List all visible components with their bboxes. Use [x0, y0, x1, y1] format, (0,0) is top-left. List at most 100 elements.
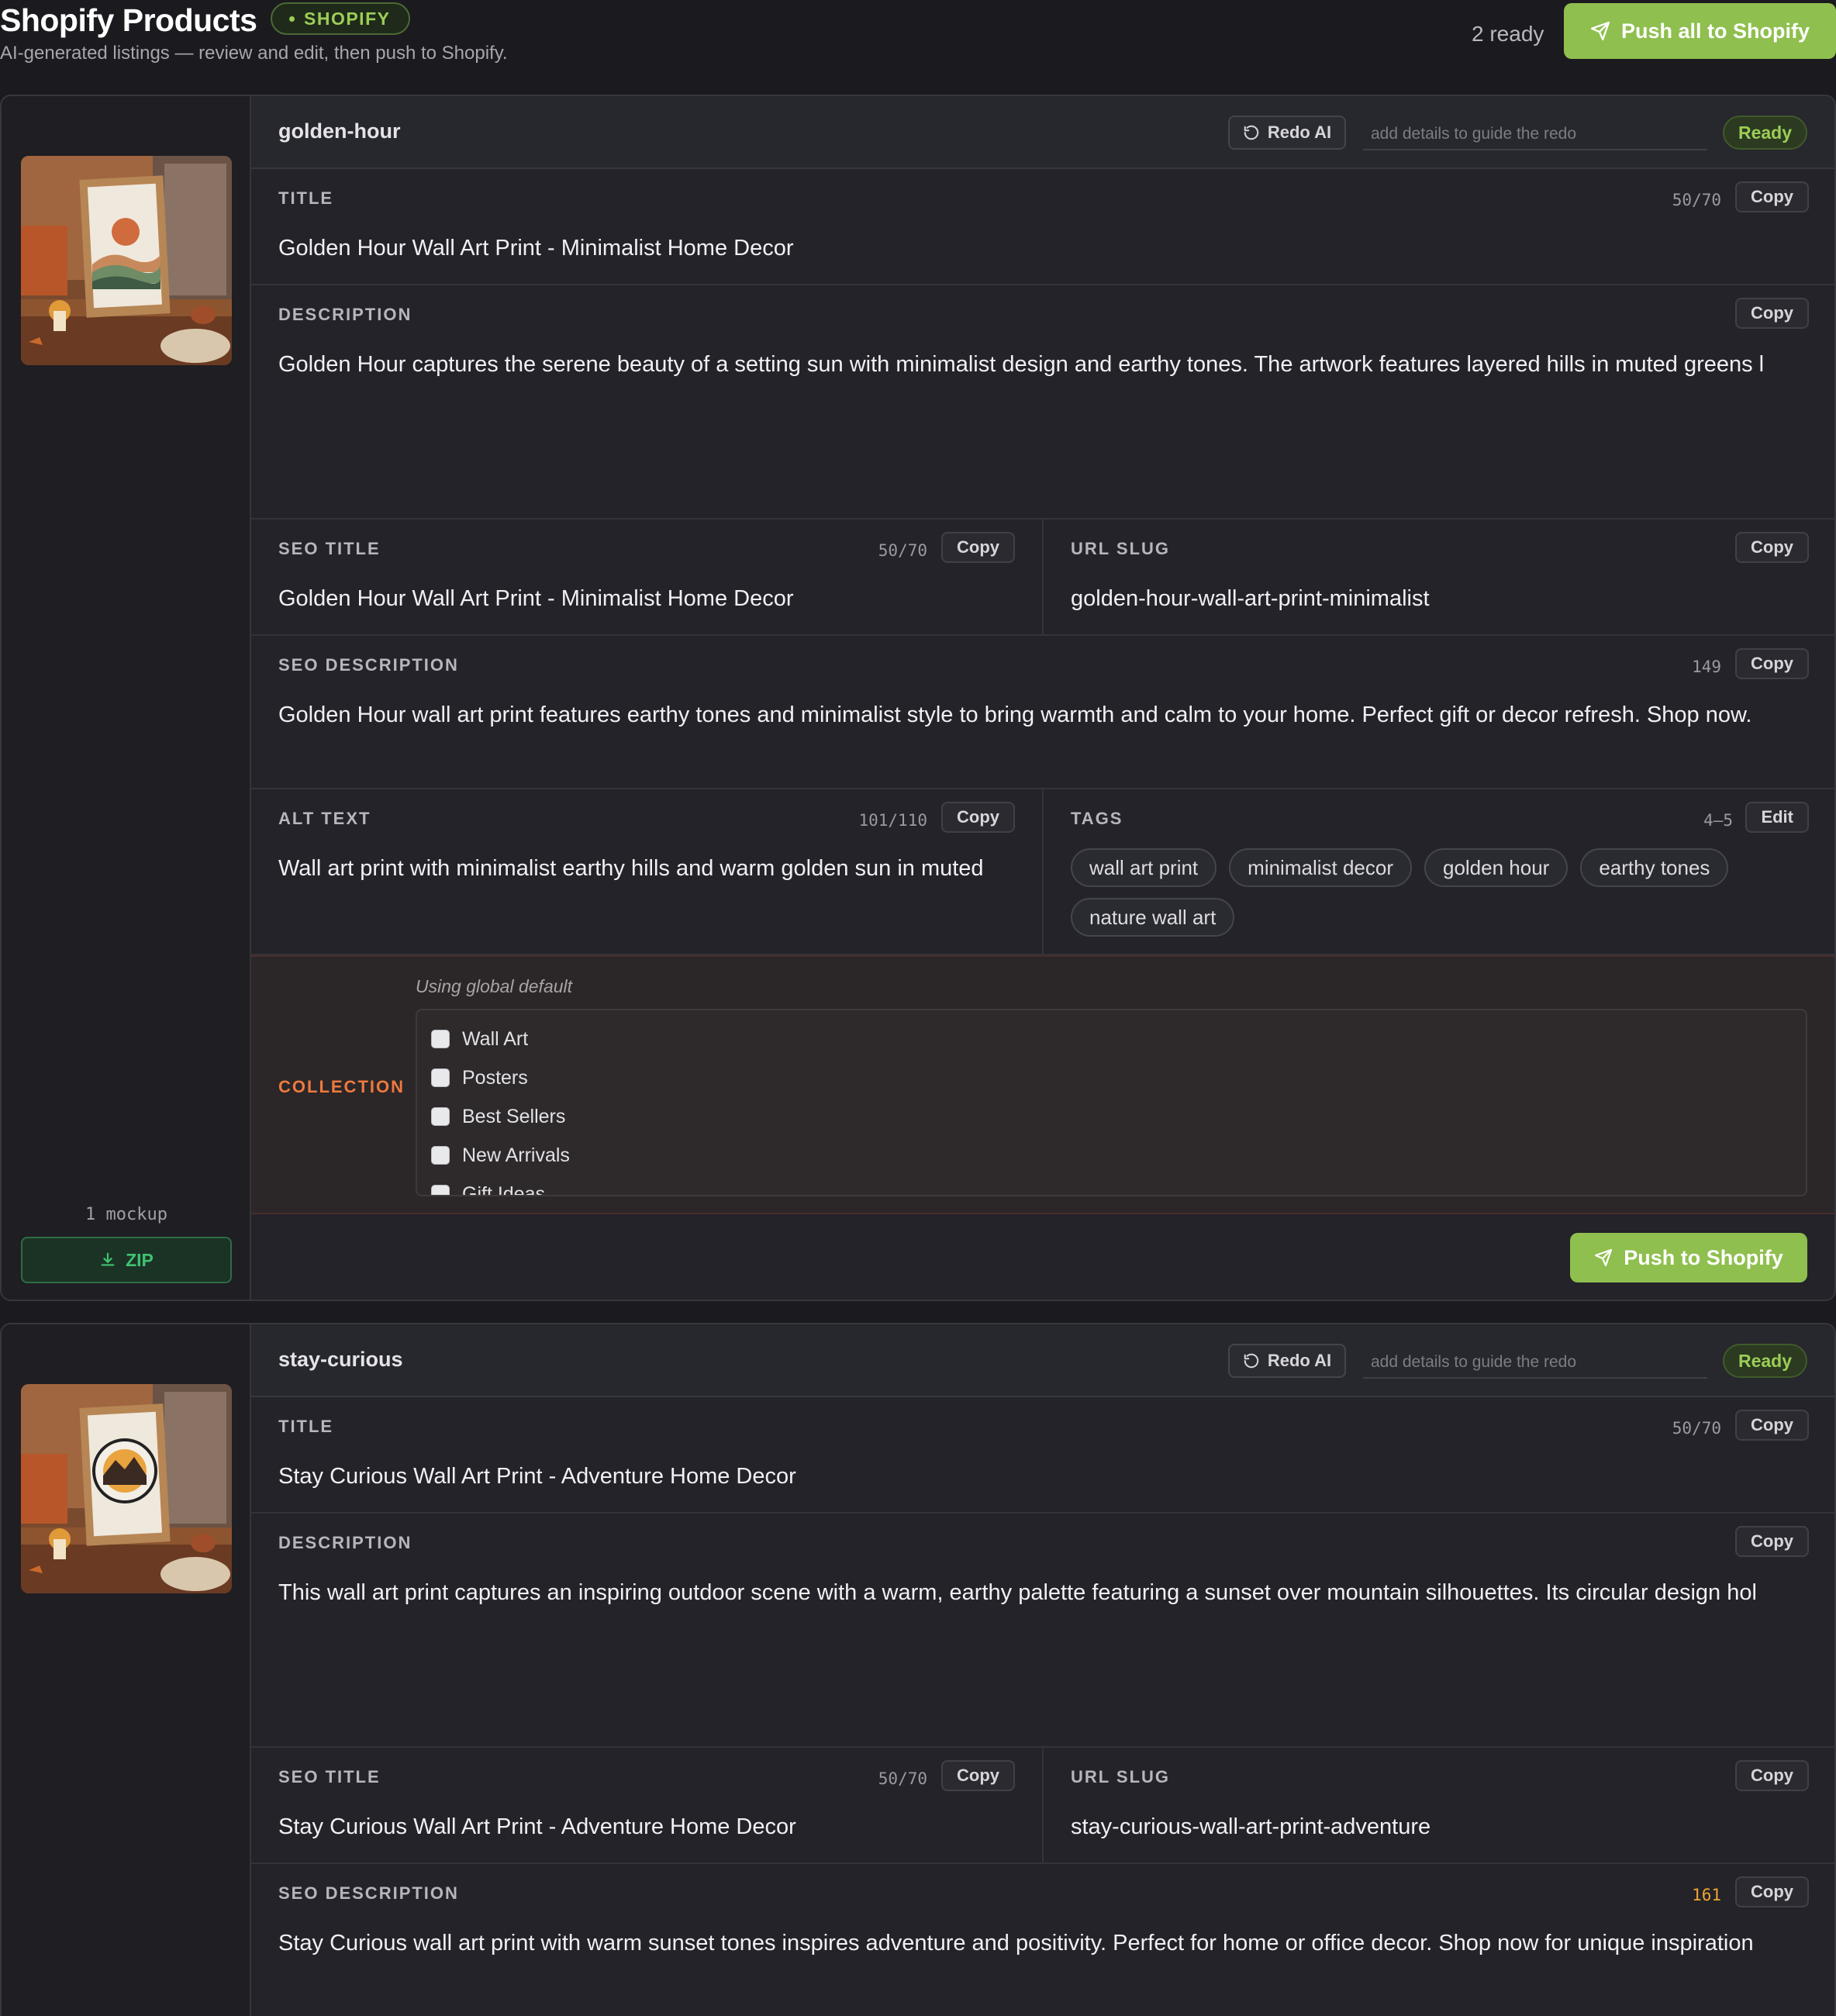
checkbox[interactable]: [431, 1068, 450, 1087]
seo-title-field: SEO TITLE 50/70 Copy Stay Curious Wall A…: [251, 1748, 1044, 1864]
seo-title-value[interactable]: Golden Hour Wall Art Print - Minimalist …: [278, 583, 1027, 614]
rotate-ccw-icon: [1244, 125, 1259, 140]
redo-ai-label: Redo AI: [1267, 1351, 1332, 1370]
seo-description-label: SEO DESCRIPTION: [278, 655, 459, 675]
collection-option-label: Wall Art: [462, 1027, 529, 1050]
tags-field: TAGS 4–5 Edit wall art print minimalist …: [1044, 789, 1834, 955]
collection-option-label: Posters: [462, 1066, 528, 1089]
checkbox[interactable]: [431, 1030, 450, 1048]
product-card: 1 mockup ZIP golden-hour Redo AI Ready T…: [0, 95, 1836, 1301]
description-value[interactable]: Golden Hour captures the serene beauty o…: [278, 349, 1811, 380]
collection-list[interactable]: Wall Art Posters Best Sellers New Arriva…: [416, 1009, 1807, 1196]
seo-description-value[interactable]: Stay Curious wall art print with warm su…: [278, 1928, 1811, 1959]
collection-field: COLLECTION Using global default Wall Art…: [251, 955, 1834, 1214]
copy-url-slug-button[interactable]: Copy: [1735, 532, 1809, 563]
copy-seo-description-button[interactable]: Copy: [1735, 648, 1809, 679]
alt-text-char-count: 101/110: [858, 811, 927, 830]
tag-list: wall art print minimalist decor golden h…: [1071, 848, 1813, 937]
title-char-count: 50/70: [1672, 191, 1721, 209]
badge-dot: [289, 16, 295, 22]
edit-tags-button[interactable]: Edit: [1745, 802, 1809, 833]
title-value[interactable]: Stay Curious Wall Art Print - Adventure …: [278, 1461, 1820, 1492]
seo-title-field: SEO TITLE 50/70 Copy Golden Hour Wall Ar…: [251, 520, 1044, 636]
redo-ai-button[interactable]: Redo AI: [1228, 116, 1346, 150]
status-badge: Ready: [1722, 1344, 1807, 1378]
zip-download-button[interactable]: ZIP: [21, 1237, 232, 1283]
description-field: DESCRIPTION Copy Golden Hour captures th…: [251, 285, 1834, 520]
push-to-shopify-button[interactable]: Push to Shopify: [1570, 1233, 1807, 1282]
seo-title-value[interactable]: Stay Curious Wall Art Print - Adventure …: [278, 1811, 1027, 1842]
description-value[interactable]: This wall art print captures an inspirin…: [278, 1577, 1811, 1608]
tag-chip[interactable]: minimalist decor: [1229, 848, 1412, 887]
title-field: TITLE 50/70 Copy Golden Hour Wall Art Pr…: [251, 169, 1834, 285]
tag-chip[interactable]: earthy tones: [1580, 848, 1729, 887]
product-slug: golden-hour: [278, 119, 401, 143]
collection-option-label: Best Sellers: [462, 1105, 566, 1127]
seo-description-char-count: 149: [1692, 658, 1721, 676]
seo-description-field: SEO DESCRIPTION 149 Copy Golden Hour wal…: [251, 636, 1834, 789]
mockup-sidebar: [2, 1324, 251, 2016]
mockup-count: 1 mockup: [85, 1205, 167, 1224]
rotate-ccw-icon: [1244, 1353, 1259, 1369]
mockup-sidebar: 1 mockup ZIP: [2, 96, 251, 1300]
copy-alt-text-button[interactable]: Copy: [941, 802, 1015, 833]
card-footer: Push to Shopify: [251, 1214, 1834, 1300]
ready-count: 2 ready: [1472, 22, 1544, 46]
seo-description-char-count: 161: [1692, 1886, 1721, 1904]
page-subtitle: AI-generated listings — review and edit,…: [0, 43, 508, 64]
zip-label: ZIP: [126, 1249, 154, 1270]
push-all-label: Push all to Shopify: [1620, 19, 1810, 43]
push-label: Push to Shopify: [1624, 1245, 1783, 1269]
copy-seo-title-button[interactable]: Copy: [941, 532, 1015, 563]
checkbox[interactable]: [431, 1107, 450, 1126]
mockup-thumbnail[interactable]: [21, 1384, 232, 1593]
alt-text-value[interactable]: Wall art print with minimalist earthy hi…: [278, 853, 1027, 884]
copy-title-button[interactable]: Copy: [1735, 181, 1809, 212]
copy-description-button[interactable]: Copy: [1735, 298, 1809, 329]
collection-option[interactable]: Gift Ideas: [431, 1175, 1792, 1196]
checkbox[interactable]: [431, 1146, 450, 1165]
copy-seo-title-button[interactable]: Copy: [941, 1760, 1015, 1791]
checkbox[interactable]: [431, 1185, 450, 1195]
seo-title-label: SEO TITLE: [278, 1767, 381, 1786]
title-char-count: 50/70: [1672, 1419, 1721, 1438]
title-label: TITLE: [278, 188, 334, 208]
copy-description-button[interactable]: Copy: [1735, 1526, 1809, 1557]
url-slug-label: URL SLUG: [1071, 539, 1171, 558]
collection-option[interactable]: Wall Art: [431, 1020, 1792, 1058]
seo-description-value[interactable]: Golden Hour wall art print features eart…: [278, 699, 1820, 730]
collection-option[interactable]: Posters: [431, 1058, 1792, 1097]
collection-option[interactable]: New Arrivals: [431, 1136, 1792, 1175]
download-icon: [101, 1252, 115, 1266]
tag-chip[interactable]: nature wall art: [1071, 898, 1235, 937]
url-slug-field: URL SLUG Copy golden-hour-wall-art-print…: [1044, 520, 1834, 636]
title-label: TITLE: [278, 1417, 334, 1436]
tags-count: 4–5: [1703, 811, 1733, 830]
url-slug-value[interactable]: golden-hour-wall-art-print-minimalist: [1071, 583, 1820, 614]
title-value[interactable]: Golden Hour Wall Art Print - Minimalist …: [278, 233, 1820, 264]
copy-seo-description-button[interactable]: Copy: [1735, 1876, 1809, 1907]
seo-title-label: SEO TITLE: [278, 539, 381, 558]
collection-option-label: Gift Ideas: [462, 1182, 545, 1196]
paper-plane-icon: [1590, 21, 1610, 41]
seo-description-label: SEO DESCRIPTION: [278, 1883, 459, 1903]
tag-chip[interactable]: wall art print: [1071, 848, 1217, 887]
tag-chip[interactable]: golden hour: [1424, 848, 1569, 887]
platform-badge: SHOPIFY: [271, 2, 411, 35]
copy-url-slug-button[interactable]: Copy: [1735, 1760, 1809, 1791]
copy-title-button[interactable]: Copy: [1735, 1410, 1809, 1441]
push-all-button[interactable]: Push all to Shopify: [1564, 3, 1836, 59]
card-header: stay-curious Redo AI Ready: [251, 1324, 1834, 1397]
redo-guidance-input[interactable]: [1363, 119, 1707, 150]
product-slug: stay-curious: [278, 1348, 403, 1371]
seo-title-char-count: 50/70: [878, 541, 927, 560]
tags-label: TAGS: [1071, 809, 1123, 828]
mockup-thumbnail[interactable]: [21, 156, 232, 365]
url-slug-value[interactable]: stay-curious-wall-art-print-adventure: [1071, 1811, 1820, 1842]
redo-guidance-input[interactable]: [1363, 1348, 1707, 1379]
collection-option[interactable]: Best Sellers: [431, 1097, 1792, 1136]
listing-editor: golden-hour Redo AI Ready TITLE 50/70 Co…: [251, 96, 1834, 1282]
redo-ai-button[interactable]: Redo AI: [1228, 1344, 1346, 1378]
alt-text-label: ALT TEXT: [278, 809, 371, 828]
card-header: golden-hour Redo AI Ready: [251, 96, 1834, 169]
